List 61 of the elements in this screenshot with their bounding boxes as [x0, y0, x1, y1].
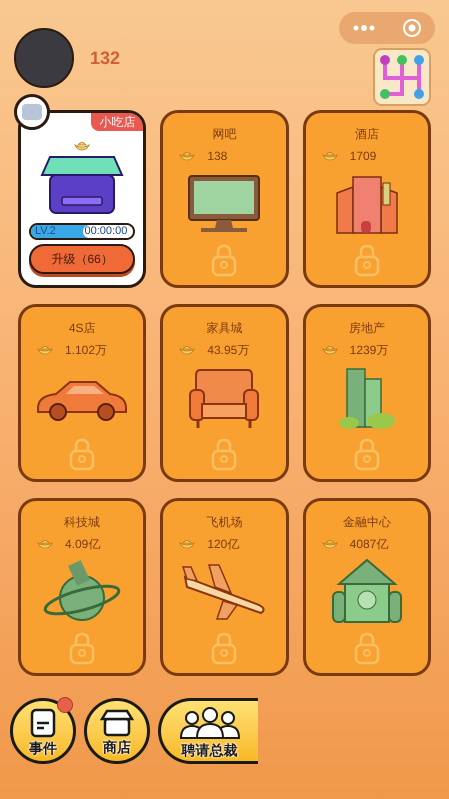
menu-button[interactable]: 事件 — [10, 698, 76, 764]
ingot-icon — [322, 539, 338, 549]
timer: 00:00:00 — [82, 225, 130, 238]
level-label: LV.2 — [35, 225, 56, 238]
ingot-icon — [179, 539, 196, 549]
ingot-icon — [322, 345, 338, 355]
shop-card[interactable]: 金融中心 4087亿 — [302, 498, 431, 676]
ingot-icon — [179, 345, 196, 355]
menu-button[interactable]: 商店 — [84, 698, 150, 764]
lock-icon — [210, 437, 238, 471]
lock-icon — [68, 631, 96, 665]
shop-name: 飞机场 — [206, 514, 242, 531]
shop-card[interactable]: 科技城 4.09亿 — [18, 498, 146, 676]
ingot-icon — [179, 151, 196, 161]
shop-name: 科技城 — [64, 514, 100, 531]
note-icon — [30, 708, 56, 738]
price: 1239万 — [350, 342, 388, 359]
shop-card[interactable]: 网吧 138 — [160, 110, 289, 288]
ingot-icon — [74, 141, 90, 151]
more-icon[interactable] — [352, 25, 374, 31]
store-icon — [100, 708, 134, 736]
shop-card[interactable]: 家具城 43.95万 — [160, 304, 289, 482]
shop-name: 小吃店 — [91, 113, 144, 131]
shop-name: 家具城 — [206, 320, 242, 337]
shop-name: 金融中心 — [342, 514, 391, 531]
menu-button[interactable]: 聘请总裁 — [158, 698, 258, 764]
puzzle-game-icon[interactable] — [373, 48, 431, 106]
lock-icon — [352, 437, 381, 471]
lock-icon — [210, 631, 238, 665]
bank-building-icon — [330, 558, 403, 626]
coin-count: 132 — [90, 46, 120, 70]
price: 4.09亿 — [65, 536, 100, 553]
shop-card[interactable]: 房地产 1239万 — [302, 304, 431, 482]
price: 43.95万 — [207, 342, 250, 359]
shop-name: 网吧 — [212, 126, 236, 143]
lock-icon — [352, 631, 381, 665]
shop-card[interactable]: 飞机场 120亿 — [160, 498, 289, 676]
monitor-icon — [187, 174, 262, 234]
lock-icon — [210, 243, 238, 277]
price: 4087亿 — [350, 536, 388, 553]
shop-card[interactable]: 酒店 1709 — [302, 110, 431, 288]
close-icon[interactable] — [402, 18, 422, 38]
price: 1.102万 — [65, 342, 108, 359]
ingot-icon — [322, 151, 338, 161]
people-icon — [178, 706, 240, 740]
lock-icon — [68, 437, 96, 471]
mini-program-capsule[interactable] — [339, 12, 435, 44]
robot-avatar-icon — [14, 94, 50, 130]
shop-name: 酒店 — [354, 126, 379, 143]
price: 1709 — [350, 148, 376, 165]
shop-card[interactable]: 4S店 1.102万 — [18, 304, 146, 482]
armchair-icon — [188, 366, 260, 430]
lock-icon — [352, 243, 381, 277]
ingot-icon — [37, 345, 53, 355]
upgrade-button[interactable]: 升级（66） — [29, 244, 136, 274]
shop-name: 房地产 — [348, 320, 385, 337]
shop-name: 4S店 — [68, 320, 96, 337]
shop-card[interactable]: 小吃店 LV.2 00:00:00 升级（66） — [18, 110, 146, 288]
price: 120亿 — [207, 536, 240, 553]
price: 138 — [207, 148, 228, 165]
ingot-icon — [37, 539, 53, 549]
